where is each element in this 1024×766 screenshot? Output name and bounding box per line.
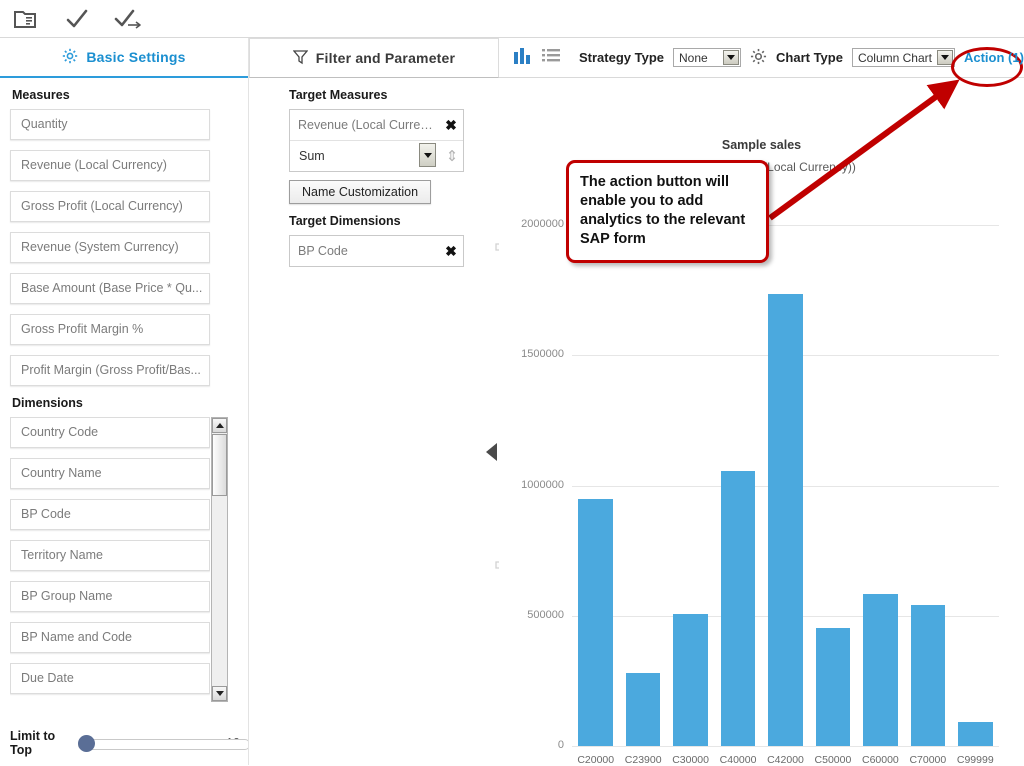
dimension-item[interactable]: BP Group Name bbox=[10, 581, 210, 612]
target-dimension-row: BP Code ✖ bbox=[290, 236, 463, 266]
target-measure-row: Revenue (Local Currency) ✖ bbox=[290, 110, 463, 141]
chart-bar[interactable] bbox=[958, 722, 993, 746]
tab-filter-parameter[interactable]: Filter and Parameter bbox=[249, 38, 499, 78]
chart-bar[interactable] bbox=[911, 605, 946, 746]
tab-basic-settings-label: Basic Settings bbox=[86, 49, 185, 65]
measure-item[interactable]: Base Amount (Base Price * Qu... bbox=[10, 273, 210, 304]
target-measures-label: Target Measures bbox=[289, 88, 499, 102]
tab-basic-settings[interactable]: Basic Settings bbox=[0, 38, 248, 78]
x-axis-tick-label: C23900 bbox=[619, 754, 666, 766]
limit-to-top-label: Limit to Top bbox=[10, 729, 68, 757]
dimensions-scrollbar[interactable] bbox=[211, 417, 228, 702]
chart-bar[interactable] bbox=[626, 673, 661, 746]
annotation-callout: The action button will enable you to add… bbox=[566, 160, 769, 263]
limit-to-top-slider[interactable] bbox=[78, 738, 217, 749]
target-dimension-name: BP Code bbox=[290, 244, 439, 258]
check-icon[interactable] bbox=[62, 4, 92, 34]
aggregation-row: Sum ⇕ bbox=[290, 141, 463, 171]
chevron-down-icon[interactable] bbox=[723, 50, 739, 65]
list-view-icon[interactable] bbox=[542, 48, 560, 67]
target-measure-card: Revenue (Local Currency) ✖ Sum ⇕ bbox=[289, 109, 464, 172]
x-axis-tick-label: C60000 bbox=[857, 754, 904, 766]
chart-type-select[interactable]: Column Chart bbox=[852, 48, 955, 67]
scroll-down-icon[interactable] bbox=[212, 686, 227, 701]
scrollbar-thumb[interactable] bbox=[212, 434, 227, 496]
measures-section-label: Measures bbox=[12, 88, 248, 102]
measure-item[interactable]: Revenue (Local Currency) bbox=[10, 150, 210, 181]
dimension-item[interactable]: Due Date bbox=[10, 663, 210, 694]
target-panel: Filter and Parameter Target Measures Rev… bbox=[248, 38, 500, 765]
dimension-item[interactable]: Country Code bbox=[10, 417, 210, 448]
tab-filter-parameter-label: Filter and Parameter bbox=[316, 50, 455, 66]
target-panel-body: Target Measures Revenue (Local Currency)… bbox=[249, 88, 499, 267]
remove-target-measure-icon[interactable]: ✖ bbox=[439, 117, 463, 134]
aggregation-value: Sum bbox=[293, 149, 325, 163]
strategy-type-value: None bbox=[674, 51, 708, 65]
strategy-type-select[interactable]: None bbox=[673, 48, 741, 67]
dimensions-section-label: Dimensions bbox=[12, 396, 248, 410]
chart-bar[interactable] bbox=[721, 471, 756, 746]
y-axis-tick-label: 2000000 bbox=[499, 218, 564, 230]
x-axis-tick-label: C20000 bbox=[572, 754, 619, 766]
form-document-icon[interactable] bbox=[10, 4, 40, 34]
x-axis-tick-label: C42000 bbox=[762, 754, 809, 766]
y-axis-tick-label: 0 bbox=[499, 739, 564, 751]
basic-settings-panel: Basic Settings Measures Quantity Revenue… bbox=[0, 38, 248, 765]
dimension-item[interactable]: BP Code bbox=[10, 499, 210, 530]
chart-toolbar: Strategy Type None Chart Type bbox=[499, 38, 1024, 78]
chart-bar[interactable] bbox=[578, 499, 613, 746]
measures-list: Quantity Revenue (Local Currency) Gross … bbox=[10, 109, 210, 386]
reorder-updown-icon[interactable]: ⇕ bbox=[441, 147, 463, 165]
chart-panel: Strategy Type None Chart Type bbox=[499, 38, 1024, 765]
chart-type-value: Column Chart bbox=[853, 51, 932, 65]
target-measure-name: Revenue (Local Currency) bbox=[290, 118, 439, 132]
chart-bar[interactable] bbox=[768, 294, 803, 746]
chart-bar[interactable] bbox=[673, 614, 708, 746]
dimension-item[interactable]: BP Name and Code bbox=[10, 622, 210, 653]
y-axis-tick-label: 500000 bbox=[499, 609, 564, 621]
strategy-type-label: Strategy Type bbox=[579, 50, 664, 65]
dimension-item[interactable]: Territory Name bbox=[10, 540, 210, 571]
x-axis-tick-label: C99999 bbox=[952, 754, 999, 766]
name-customization-button[interactable]: Name Customization bbox=[289, 180, 431, 204]
dimension-item[interactable]: Country Name bbox=[10, 458, 210, 489]
y-axis-tick-label: 1500000 bbox=[499, 348, 564, 360]
chart-type-label: Chart Type bbox=[776, 50, 843, 65]
chart-settings-gear-icon[interactable] bbox=[750, 48, 767, 68]
measure-item[interactable]: Revenue (System Currency) bbox=[10, 232, 210, 263]
remove-target-dimension-icon[interactable]: ✖ bbox=[439, 243, 463, 260]
chevron-down-icon[interactable] bbox=[419, 143, 436, 167]
slider-knob[interactable] bbox=[78, 735, 95, 752]
collapse-panel-icon[interactable] bbox=[486, 443, 497, 461]
slider-track bbox=[78, 739, 250, 750]
dimensions-list: Country Code Country Name BP Code Territ… bbox=[10, 417, 210, 702]
x-axis-tick-label: C30000 bbox=[667, 754, 714, 766]
chart-gridline bbox=[572, 746, 999, 747]
chart-bar[interactable] bbox=[816, 628, 851, 746]
dimensions-list-container: Country Code Country Name BP Code Territ… bbox=[10, 417, 228, 702]
measure-item[interactable]: Quantity bbox=[10, 109, 210, 140]
aggregation-select[interactable]: Sum bbox=[292, 141, 439, 171]
measure-item[interactable]: Profit Margin (Gross Profit/Bas... bbox=[10, 355, 210, 386]
action-button[interactable]: Action (1) bbox=[964, 50, 1024, 65]
check-arrow-icon[interactable] bbox=[114, 4, 144, 34]
funnel-icon bbox=[293, 49, 308, 68]
target-dimensions-label: Target Dimensions bbox=[289, 214, 499, 228]
x-axis-tick-label: C40000 bbox=[714, 754, 761, 766]
measure-item[interactable]: Gross Profit (Local Currency) bbox=[10, 191, 210, 222]
y-axis-tick-label: 1000000 bbox=[499, 479, 564, 491]
scroll-up-icon[interactable] bbox=[212, 418, 227, 433]
top-toolbar bbox=[0, 0, 1024, 38]
bar-chart-view-icon[interactable] bbox=[513, 47, 533, 68]
limit-to-top-row: Limit to Top 10 bbox=[10, 729, 240, 757]
measure-item[interactable]: Gross Profit Margin % bbox=[10, 314, 210, 345]
x-axis-tick-label: C70000 bbox=[904, 754, 951, 766]
analytics-designer-window: Basic Settings Measures Quantity Revenue… bbox=[0, 0, 1024, 765]
x-axis-tick-label: C50000 bbox=[809, 754, 856, 766]
gear-icon bbox=[62, 48, 78, 67]
target-dimension-card: BP Code ✖ bbox=[289, 235, 464, 267]
chart-bar[interactable] bbox=[863, 594, 898, 746]
